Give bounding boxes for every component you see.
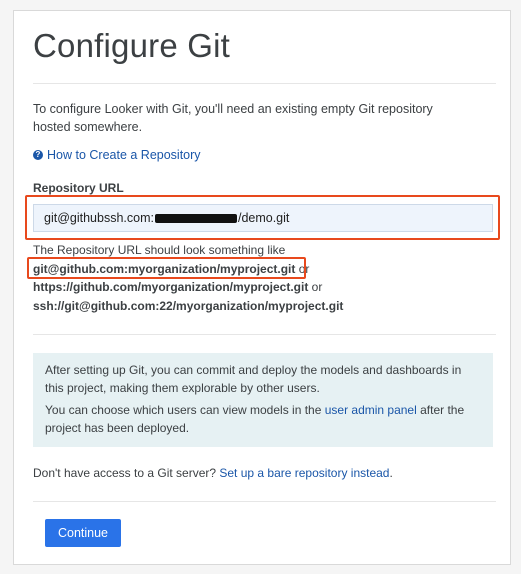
period: . [389,466,393,480]
no-server-text: Don't have access to a Git server? Set u… [33,466,393,480]
info-paragraph-2: You can choose which users can view mode… [45,401,481,437]
repository-url-label: Repository URL [33,181,124,195]
hint-line-2: https://github.com/myorganization/myproj… [33,278,493,297]
bare-repository-link[interactable]: Set up a bare repository instead [219,466,389,480]
info-paragraph-1: After setting up Git, you can commit and… [45,363,462,395]
info-text: You can choose which users can view mode… [45,403,325,417]
continue-button[interactable]: Continue [45,519,121,547]
divider [33,334,496,335]
or-text-2: or [308,280,323,294]
help-link[interactable]: ? How to Create a Repository [33,148,201,162]
highlight-box-input [25,195,500,240]
divider [33,83,496,84]
question-circle-icon: ? [33,150,43,160]
example-url-2: https://github.com/myorganization/myproj… [33,280,309,294]
example-url-3: ssh://git@github.com:22/myorganization/m… [33,298,344,313]
no-server-label: Don't have access to a Git server? [33,466,220,480]
intro-text: To configure Looker with Git, you'll nee… [33,102,433,134]
configure-git-panel: Configure Git To configure Looker with G… [13,10,511,565]
help-link-label: How to Create a Repository [47,148,201,162]
hint-line-3: ssh://git@github.com:22/myorganization/m… [33,297,493,316]
info-box: After setting up Git, you can commit and… [33,353,493,447]
user-admin-panel-link[interactable]: user admin panel [325,403,417,417]
highlight-box-example [27,257,306,279]
divider [33,501,496,502]
page-title: Configure Git [33,27,231,64]
